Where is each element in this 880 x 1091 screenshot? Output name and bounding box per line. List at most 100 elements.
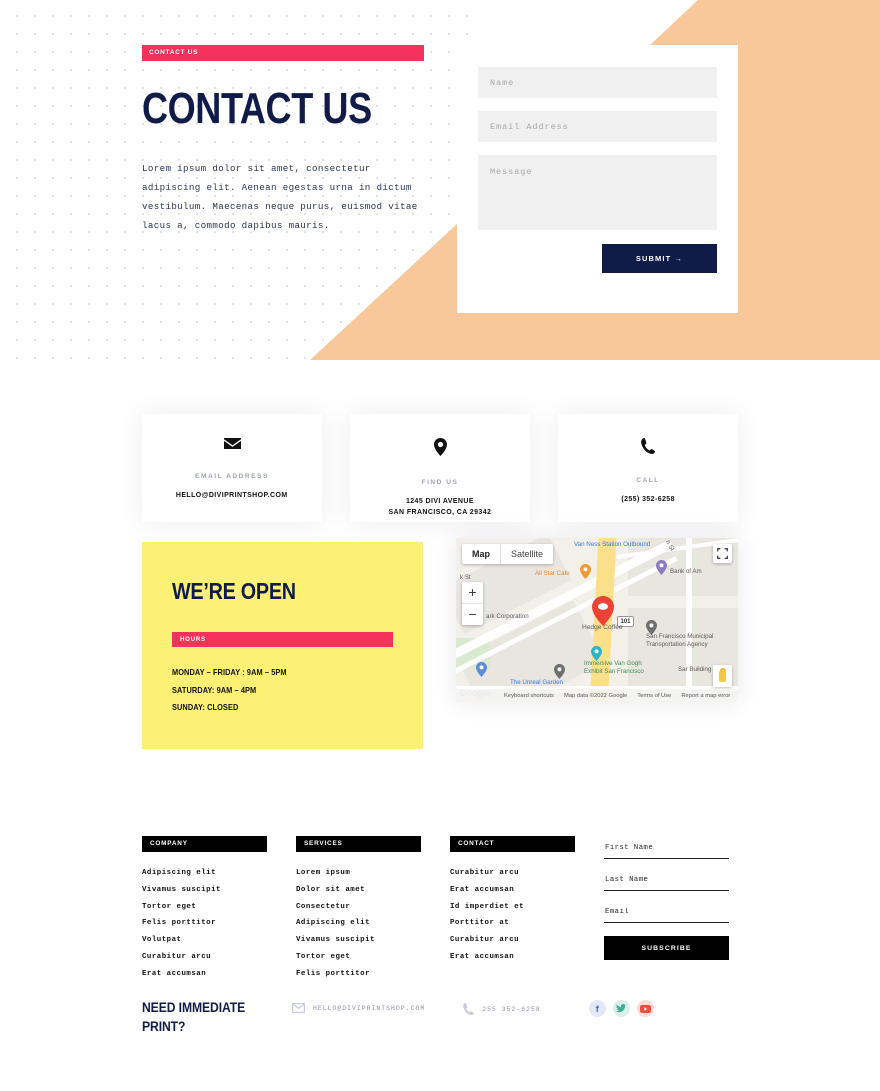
- footer-link[interactable]: Volutpat: [142, 932, 267, 949]
- info-card-email: EMAIL ADDRESS HELLO@DIVIPRINTSHOP.COM: [142, 414, 322, 522]
- info-card-value: HELLO@DIVIPRINTSHOP.COM: [176, 490, 288, 499]
- footer-link[interactable]: Curabitur arcu: [142, 949, 267, 966]
- fullscreen-icon[interactable]: [713, 544, 732, 563]
- footer-cta-title: NEED IMMEDIATE PRINT?: [142, 1000, 246, 1034]
- email-input[interactable]: [478, 111, 717, 142]
- map-marker-blue: [476, 662, 487, 677]
- footer-link[interactable]: Id imperdiet et: [450, 899, 575, 916]
- footer-heading: SERVICES: [296, 836, 421, 852]
- map-type-satellite[interactable]: Satellite: [501, 544, 553, 564]
- message-textarea[interactable]: [478, 155, 717, 230]
- submit-row: SUBMIT →: [478, 244, 717, 273]
- footer-column-company: COMPANY Adipiscing elit Vivamus suscipit…: [142, 836, 267, 983]
- newsletter-subscribe-form: SUBSCRIBE: [604, 836, 729, 983]
- footer-column-contact: CONTACT Curabitur arcu Erat accumsan Id …: [450, 836, 575, 983]
- hero-description: Lorem ipsum dolor sit amet, consectetur …: [142, 163, 418, 231]
- footer-link[interactable]: Porttitor at: [450, 915, 575, 932]
- map-marker-gray: [646, 620, 657, 635]
- footer-email-text: HELLO@DIVIPRINTSHOP.COM: [313, 1004, 426, 1012]
- hours-list: MONDAY – FRIDAY : 9AM – 5PM SATURDAY: 9A…: [172, 664, 393, 717]
- map-marker-gray-2: [554, 664, 565, 679]
- info-card-label: EMAIL ADDRESS: [195, 473, 269, 480]
- hours-item: SUNDAY: CLOSED: [172, 703, 239, 712]
- info-card-label: FIND US: [421, 479, 459, 486]
- footer-heading: CONTACT: [450, 836, 575, 852]
- contact-info-cards: EMAIL ADDRESS HELLO@DIVIPRINTSHOP.COM FI…: [142, 414, 738, 522]
- footer-link[interactable]: Tortor eget: [296, 949, 421, 966]
- footer-link[interactable]: Felis porttitor: [296, 966, 421, 983]
- footer-link[interactable]: Vivamus suscipit: [142, 882, 267, 899]
- subscribe-email-input[interactable]: [604, 902, 729, 923]
- hero-eyebrow-badge: CONTACT US: [142, 45, 424, 61]
- footer-link[interactable]: Erat accumsan: [142, 966, 267, 983]
- footer-columns: COMPANY Adipiscing elit Vivamus suscipit…: [142, 836, 738, 983]
- pegman-body: [719, 670, 726, 682]
- youtube-icon[interactable]: [636, 1000, 654, 1017]
- contact-form-card: SUBMIT →: [457, 45, 738, 313]
- footer-bottom-bar: NEED IMMEDIATE PRINT? HELLO@DIVIPRINTSHO…: [142, 998, 738, 1036]
- page-title: CONTACT US: [142, 84, 372, 133]
- map-data-text: Map data ©2022 Google: [563, 692, 628, 699]
- footer-link[interactable]: Tortor eget: [142, 899, 267, 916]
- map-marker-teal: [591, 646, 602, 661]
- footer-link[interactable]: Erat accumsan: [450, 882, 575, 899]
- hours-item: SATURDAY: 9AM – 4PM: [172, 685, 257, 695]
- info-card-value-line2: SAN FRANCISCO, CA 29342: [388, 507, 492, 516]
- twitter-icon[interactable]: [612, 1000, 630, 1017]
- info-card-value: 1245 DIVI AVENUE: [406, 496, 474, 505]
- phone-icon: [463, 1003, 474, 1016]
- footer-link[interactable]: Adipiscing elit: [142, 865, 267, 882]
- terms-of-use-link[interactable]: Terms of Use: [637, 693, 671, 699]
- google-map[interactable]: 101 Van Ness Station Outbound All Star C…: [456, 538, 738, 702]
- footer-link[interactable]: Erat accumsan: [450, 949, 575, 966]
- hero-section: CONTACT US CONTACT US Lorem ipsum dolor …: [0, 0, 880, 362]
- street-view-pegman-icon[interactable]: [713, 665, 732, 687]
- keyboard-shortcuts-link[interactable]: Keyboard shortcuts: [504, 693, 554, 699]
- footer-links: COMPANY Adipiscing elit Vivamus suscipit…: [142, 836, 738, 983]
- map-marker-orange: [580, 564, 591, 579]
- map-pin-icon: [433, 438, 447, 460]
- subscribe-button[interactable]: SUBSCRIBE: [604, 936, 729, 960]
- map-attribution-bar: Keyboard shortcuts Map data ©2022 Google…: [456, 689, 738, 702]
- hours-badge: HOURS: [172, 632, 393, 647]
- map-type-map[interactable]: Map: [462, 544, 500, 564]
- highway-shield-101: 101: [617, 616, 634, 627]
- footer-column-services: SERVICES Lorem ipsum Dolor sit amet Cons…: [296, 836, 421, 983]
- map-road: [686, 538, 692, 702]
- name-input[interactable]: [478, 67, 717, 98]
- map-marker-selected[interactable]: [592, 596, 614, 626]
- envelope-icon: [223, 438, 241, 454]
- info-card-value: (255) 352-6258: [621, 494, 675, 503]
- map-type-toggle[interactable]: Map Satellite: [462, 544, 554, 564]
- footer-link[interactable]: Lorem ipsum: [296, 865, 421, 882]
- facebook-icon[interactable]: f: [588, 1000, 606, 1017]
- footer-email-block[interactable]: HELLO@DIVIPRINTSHOP.COM: [292, 1003, 426, 1014]
- footer-phone-text: 255 352-6258: [482, 1005, 541, 1013]
- footer-link[interactable]: Vivamus suscipit: [296, 932, 421, 949]
- footer-link[interactable]: Curabitur arcu: [450, 932, 575, 949]
- info-card-label: CALL: [636, 477, 660, 484]
- info-card-phone: CALL (255) 352-6258: [558, 414, 738, 522]
- footer-heading: COMPANY: [142, 836, 267, 852]
- hero-text-block: CONTACT US CONTACT US Lorem ipsum dolor …: [142, 45, 442, 235]
- first-name-input[interactable]: [604, 838, 729, 859]
- envelope-icon: [292, 1003, 306, 1014]
- map-zoom-controls[interactable]: + −: [462, 582, 483, 625]
- last-name-input[interactable]: [604, 870, 729, 891]
- footer-link[interactable]: Curabitur arcu: [450, 865, 575, 882]
- contact-page: CONTACT US CONTACT US Lorem ipsum dolor …: [0, 0, 880, 1091]
- zoom-in-button[interactable]: +: [462, 582, 483, 603]
- phone-icon: [641, 438, 655, 458]
- footer-link[interactable]: Consectetur: [296, 899, 421, 916]
- footer-link[interactable]: Dolor sit amet: [296, 882, 421, 899]
- map-marker-bank: [656, 560, 667, 575]
- footer-link[interactable]: Felis porttitor: [142, 915, 267, 932]
- footer-phone-block[interactable]: 255 352-6258: [463, 1003, 541, 1016]
- footer-link[interactable]: Adipiscing elit: [296, 915, 421, 932]
- info-card-address: FIND US 1245 DIVI AVENUE SAN FRANCISCO, …: [350, 414, 530, 522]
- zoom-out-button[interactable]: −: [462, 604, 483, 625]
- hours-title: WE’RE OPEN: [172, 578, 296, 604]
- hours-item: MONDAY – FRIDAY : 9AM – 5PM: [172, 668, 287, 677]
- submit-button[interactable]: SUBMIT →: [602, 244, 717, 273]
- report-map-error-link[interactable]: Report a map error: [681, 693, 730, 699]
